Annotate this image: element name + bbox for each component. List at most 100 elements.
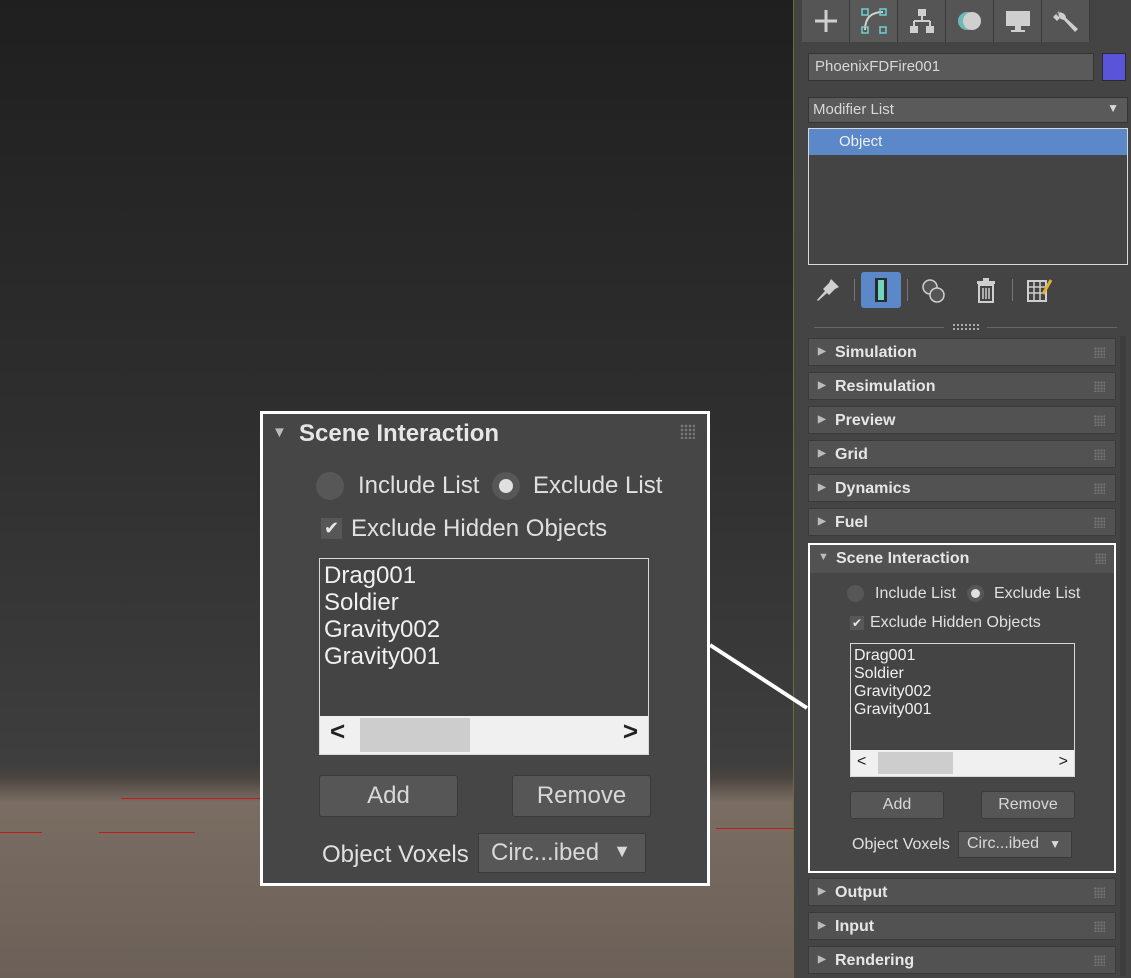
drag-handle-icon[interactable] bbox=[1094, 887, 1105, 898]
show-end-result-icon bbox=[875, 278, 887, 302]
collapse-arrow-icon: ▼ bbox=[272, 424, 287, 441]
rollout-grid[interactable]: ▶ Grid bbox=[808, 440, 1116, 468]
pin-stack-button[interactable] bbox=[808, 272, 848, 308]
exclude-hidden-checkbox[interactable]: ✔ bbox=[321, 518, 342, 539]
scene-interaction-header[interactable]: ▼ Scene Interaction bbox=[810, 545, 1114, 573]
drag-handle-icon[interactable] bbox=[1095, 553, 1106, 564]
list-horizontal-scrollbar[interactable]: < > bbox=[851, 750, 1074, 776]
create-tab[interactable] bbox=[802, 0, 850, 42]
modify-icon bbox=[860, 8, 887, 34]
remove-button[interactable]: Remove bbox=[981, 791, 1075, 819]
utilities-tab[interactable] bbox=[1042, 0, 1090, 42]
object-voxels-label: Object Voxels bbox=[322, 841, 469, 868]
expand-arrow-icon: ▶ bbox=[818, 954, 826, 965]
scene-interaction-header[interactable]: ▼ Scene Interaction bbox=[263, 414, 707, 454]
rollout-rendering[interactable]: ▶ Rendering bbox=[808, 946, 1116, 974]
list-item[interactable]: Soldier bbox=[324, 589, 644, 616]
drag-handle-icon[interactable] bbox=[1094, 381, 1105, 392]
modifier-list-label: Modifier List bbox=[813, 101, 894, 118]
rollout-input[interactable]: ▶ Input bbox=[808, 912, 1116, 940]
include-list-label: Include List bbox=[875, 585, 956, 602]
scrollbar-thumb[interactable] bbox=[878, 752, 953, 774]
drag-handle-icon[interactable] bbox=[1094, 921, 1105, 932]
list-horizontal-scrollbar[interactable]: < > bbox=[320, 716, 648, 754]
object-voxels-dropdown[interactable]: Circ...ibed ▼ bbox=[958, 831, 1072, 858]
display-tab[interactable] bbox=[994, 0, 1042, 42]
scroll-right-icon[interactable]: > bbox=[623, 718, 638, 745]
rollout-simulation[interactable]: ▶ Simulation bbox=[808, 338, 1116, 366]
add-button[interactable]: Add bbox=[319, 775, 458, 817]
divider bbox=[987, 327, 1117, 328]
add-button[interactable]: Add bbox=[850, 791, 944, 819]
grid-line bbox=[99, 832, 195, 833]
rollout-preview[interactable]: ▶ Preview bbox=[808, 406, 1116, 434]
list-item[interactable]: Gravity002 bbox=[324, 616, 644, 643]
exclude-list-radio[interactable] bbox=[967, 585, 984, 602]
stack-item-object[interactable]: Object bbox=[809, 129, 1127, 155]
drag-handle-icon[interactable] bbox=[1094, 955, 1105, 966]
drag-handle-icon[interactable] bbox=[1094, 483, 1105, 494]
modifier-stack[interactable]: Object bbox=[808, 128, 1128, 265]
rollout-resize-grip[interactable] bbox=[953, 324, 979, 330]
expand-arrow-icon: ▶ bbox=[818, 380, 826, 391]
scene-interaction-rollout: ▼ Scene Interaction Include List Exclude… bbox=[808, 543, 1116, 873]
include-list-label: Include List bbox=[358, 472, 480, 499]
rollout-output[interactable]: ▶ Output bbox=[808, 878, 1116, 906]
command-panel: PhoenixFDFire001 Modifier List ▼ Object … bbox=[793, 0, 1131, 978]
hierarchy-tab[interactable] bbox=[898, 0, 946, 42]
show-end-result-button[interactable] bbox=[861, 272, 901, 308]
drag-handle-icon[interactable] bbox=[1094, 449, 1105, 460]
object-listbox[interactable]: Drag001 Soldier Gravity002 Gravity001 < … bbox=[319, 558, 649, 755]
chevron-down-icon: ▼ bbox=[1049, 837, 1061, 851]
configure-modifier-sets-button[interactable] bbox=[1019, 272, 1059, 308]
list-item[interactable]: Gravity002 bbox=[854, 683, 1071, 701]
exclude-list-radio[interactable] bbox=[492, 472, 520, 500]
separator bbox=[854, 279, 855, 301]
expand-arrow-icon: ▶ bbox=[818, 482, 826, 493]
drag-handle-icon[interactable] bbox=[1094, 347, 1105, 358]
drag-handle-icon[interactable] bbox=[680, 424, 695, 439]
separator bbox=[907, 279, 908, 301]
remove-modifier-button[interactable] bbox=[966, 272, 1006, 308]
list-item[interactable]: Gravity001 bbox=[854, 701, 1071, 719]
make-unique-icon bbox=[922, 279, 945, 303]
exclude-hidden-label: Exclude Hidden Objects bbox=[870, 614, 1041, 631]
scroll-left-icon[interactable]: < bbox=[857, 753, 866, 771]
create-icon bbox=[814, 10, 837, 32]
list-item[interactable]: Soldier bbox=[854, 665, 1071, 683]
scroll-right-icon[interactable]: > bbox=[1059, 753, 1068, 771]
scrollbar-thumb[interactable] bbox=[360, 718, 470, 752]
expand-arrow-icon: ▶ bbox=[818, 886, 826, 897]
object-color-swatch[interactable] bbox=[1102, 53, 1126, 81]
drag-handle-icon[interactable] bbox=[1094, 415, 1105, 426]
include-list-radio[interactable] bbox=[316, 472, 344, 500]
object-name-field[interactable]: PhoenixFDFire001 bbox=[808, 53, 1094, 81]
rollout-dynamics[interactable]: ▶ Dynamics bbox=[808, 474, 1116, 502]
exclude-hidden-label: Exclude Hidden Objects bbox=[351, 515, 608, 542]
exclude-hidden-checkbox[interactable]: ✔ bbox=[850, 616, 864, 630]
rollout-resimulation[interactable]: ▶ Resimulation bbox=[808, 372, 1116, 400]
make-unique-button[interactable] bbox=[914, 272, 954, 308]
panel-scrollbar[interactable] bbox=[1120, 336, 1126, 976]
object-voxels-dropdown[interactable]: Circ...ibed ▼ bbox=[478, 833, 646, 873]
drag-handle-icon[interactable] bbox=[1094, 517, 1105, 528]
display-icon bbox=[1005, 11, 1030, 32]
list-item[interactable]: Drag001 bbox=[854, 647, 1071, 665]
grid-line bbox=[716, 828, 793, 829]
scene-interaction-title: Scene Interaction bbox=[299, 420, 500, 447]
motion-tab[interactable] bbox=[946, 0, 994, 42]
exclude-list-label: Exclude List bbox=[533, 472, 663, 499]
object-voxels-label: Object Voxels bbox=[852, 836, 950, 853]
modify-tab[interactable] bbox=[850, 0, 898, 42]
exclude-list-label: Exclude List bbox=[994, 585, 1081, 602]
object-voxels-value: Circ...ibed bbox=[491, 839, 600, 866]
list-item[interactable]: Gravity001 bbox=[324, 643, 644, 670]
include-list-radio[interactable] bbox=[847, 585, 864, 602]
modifier-list-dropdown[interactable]: Modifier List ▼ bbox=[808, 97, 1128, 123]
rollout-fuel[interactable]: ▶ Fuel bbox=[808, 508, 1116, 536]
scroll-left-icon[interactable]: < bbox=[330, 718, 345, 745]
remove-button[interactable]: Remove bbox=[512, 775, 651, 817]
list-item[interactable]: Drag001 bbox=[324, 562, 644, 589]
object-listbox[interactable]: Drag001 Soldier Gravity002 Gravity001 < … bbox=[850, 643, 1075, 777]
chevron-down-icon: ▼ bbox=[613, 841, 631, 861]
